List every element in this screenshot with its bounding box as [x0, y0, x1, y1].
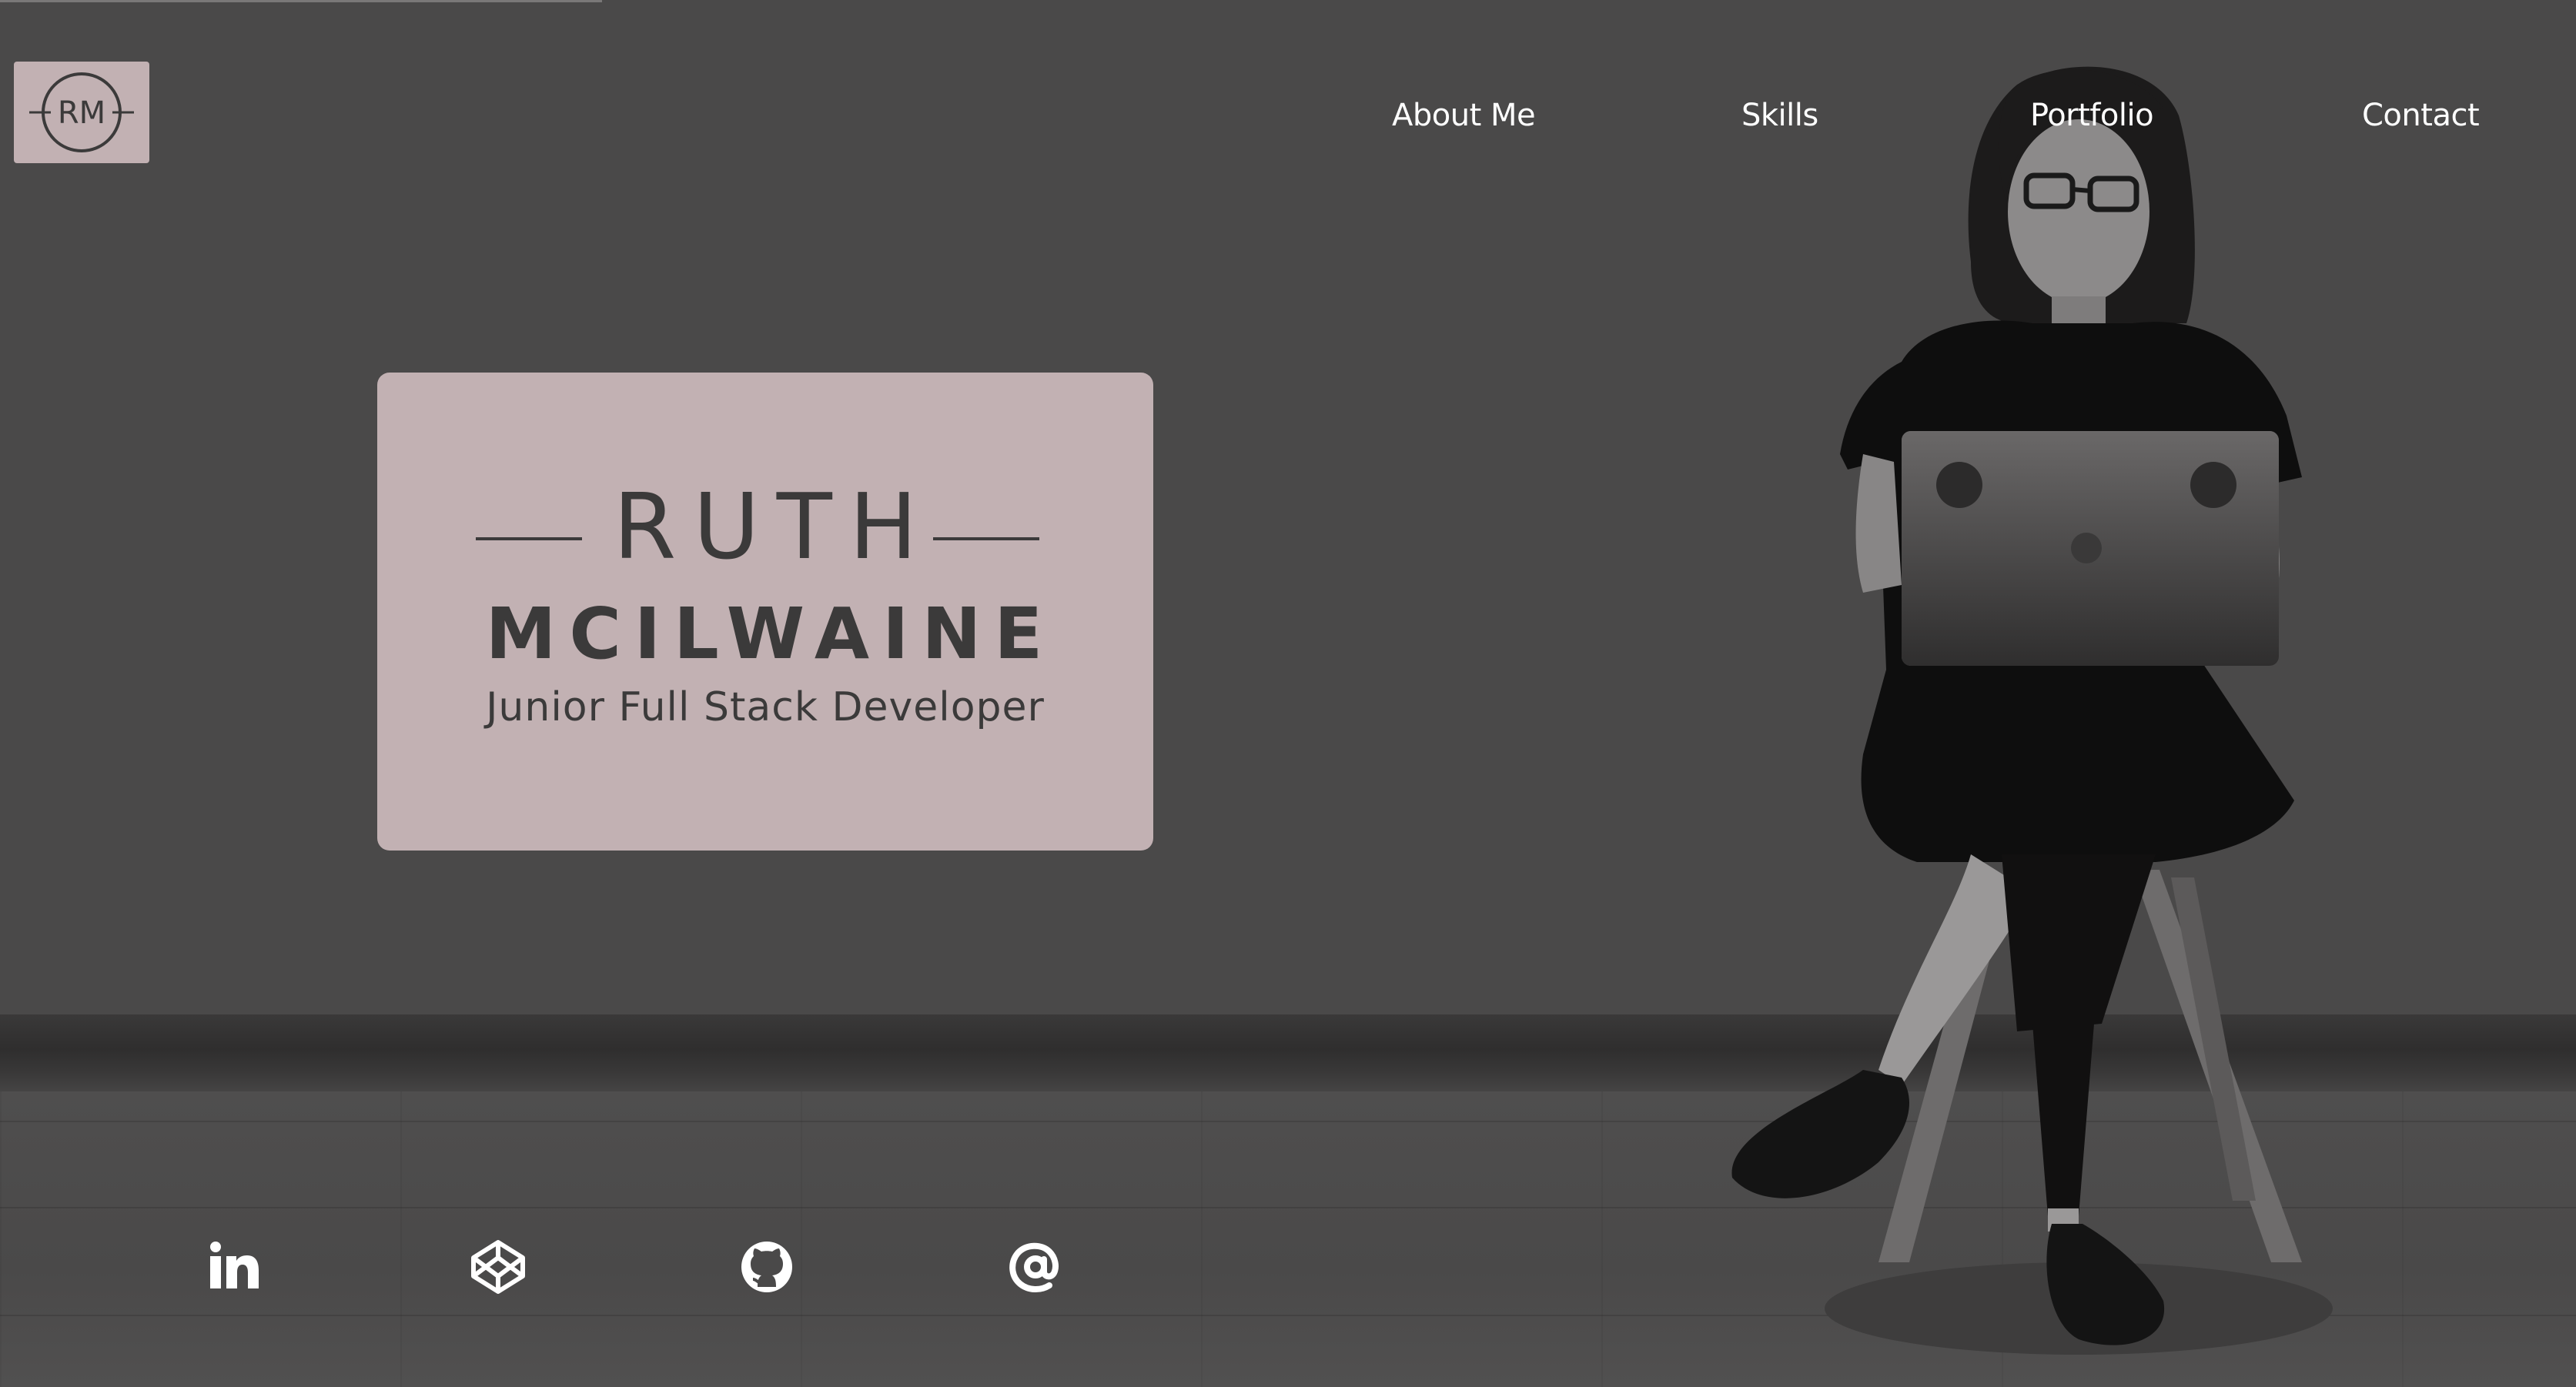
email-link[interactable]	[1005, 1236, 1066, 1298]
nav-skills[interactable]: Skills	[1741, 92, 1818, 139]
email-at-icon	[1009, 1242, 1059, 1292]
hero-last-name: MCILWAINE	[485, 593, 1056, 675]
github-link[interactable]	[736, 1236, 798, 1298]
hero-name-card: RUTH MCILWAINE Junior Full Stack Develop…	[377, 373, 1153, 851]
hero-first-name: RUTH	[613, 473, 935, 580]
linkedin-link[interactable]	[200, 1236, 262, 1298]
codepen-link[interactable]	[467, 1236, 529, 1298]
nav-about-me[interactable]: About Me	[1392, 92, 1536, 139]
linkedin-icon	[210, 1242, 259, 1288]
nav-portfolio[interactable]: Portfolio	[2030, 92, 2154, 139]
page: RM About Me Skills Portfolio Contact RUT…	[0, 0, 2576, 1387]
main-nav: About Me Skills Portfolio Contact	[0, 92, 2576, 139]
nav-contact[interactable]: Contact	[2362, 92, 2480, 139]
codepen-icon	[471, 1240, 525, 1294]
hero-role: Junior Full Stack Developer	[486, 684, 1045, 730]
github-icon	[741, 1242, 792, 1292]
